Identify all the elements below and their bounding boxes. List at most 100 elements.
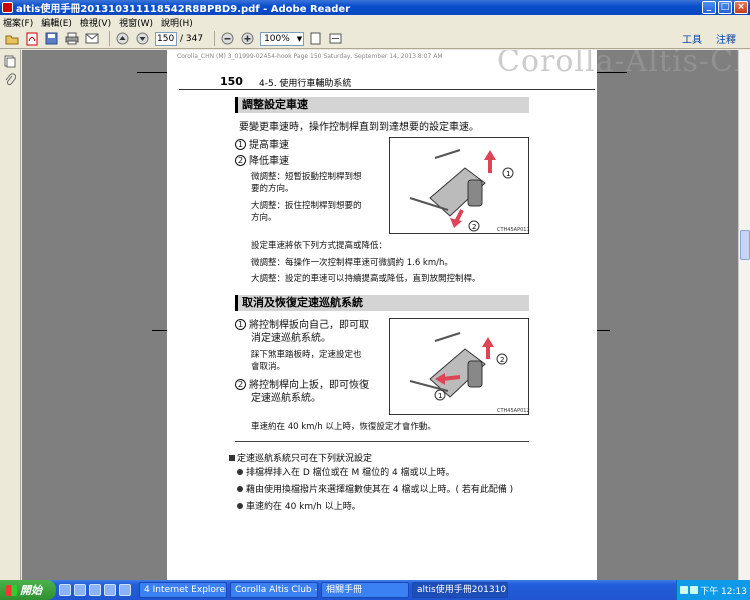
menu-file[interactable]: 檔案(F) [3,16,33,29]
crop-mark [137,72,167,73]
lever-figure: 2 1 [389,318,529,415]
note-text: 設定車速將依下列方式提高或降低： [251,241,388,251]
start-button[interactable]: 開始 [0,580,56,600]
item-label: 提高車速 [249,140,289,151]
system-tray: 下午 12:13 [676,580,750,600]
minimize-button[interactable]: _ [702,1,716,14]
item-label: 定速巡航系統。 [251,393,321,404]
menu-bar: 檔案(F) 編輯(E) 檢視(V) 視窗(W) 說明(H) [0,15,750,29]
list-item: 2 降低車速 [235,152,289,167]
condition-item: 車速約在 40 km/h 以上時。 [237,499,361,512]
start-label: 開始 [20,584,42,597]
task-button-folder[interactable]: 相關手冊 [321,582,409,598]
item-label: 消定速巡航系統。 [251,333,331,344]
comment-link[interactable]: 注釋 [716,31,736,46]
page-number: 150 [220,75,243,88]
windows-flag-icon [6,584,17,596]
note-text: 大調整：設定的車速可以持續提高或降低，直到放開控制桿。 [251,274,481,284]
page-total: / 347 [180,33,204,44]
note-text: 車速約在 40 km/h 以上時，恢復設定才會作動。 [251,422,436,432]
fit-page-icon[interactable] [308,31,323,46]
zoom-out-icon[interactable] [220,31,235,46]
attachments-icon[interactable] [4,73,17,86]
step-number: 2 [235,155,246,166]
menu-window[interactable]: 視窗(W) [119,16,153,29]
conditions-heading: 定速巡航系統只可在下列狀況設定 [229,451,372,464]
zoom-in-icon[interactable] [240,31,255,46]
tray-icon[interactable] [680,586,689,594]
tray-icon[interactable] [690,586,699,594]
scrollbar-thumb[interactable] [740,230,750,260]
vertical-scrollbar[interactable] [738,50,750,580]
taskbar: 開始 4 Internet Explorer Corolla Altis Clu… [0,580,750,600]
title-bar: altis使用手冊201310311118542R8BPBD9.pdf - Ad… [0,0,750,15]
page-thumbnails-icon[interactable] [4,55,17,68]
conditions-heading-text: 定速巡航系統只可在下列狀況設定 [237,454,373,464]
brake-text: 會取消。 [251,362,286,372]
svg-text:2: 2 [500,356,504,364]
task-button-reader[interactable]: altis使用手冊201310... [412,582,508,598]
clock: 下午 12:13 [700,586,747,597]
watermark: Corolla-Altis-Club.tw [497,50,738,79]
tools-link[interactable]: 工具 [682,31,702,46]
previous-page-icon[interactable] [115,31,130,46]
big-adjust-text: 方向。 [251,213,277,223]
quicklaunch-icon[interactable] [74,584,86,596]
document-viewport[interactable]: Corolla_CHN (M) 3_01999-02454-hook Page … [22,50,738,580]
window-title: altis使用手冊201310311118542R8BPBD9.pdf - Ad… [16,4,351,15]
condition-text: 藉由使用換檔撥片來選擇檔數使其在 4 檔或以上時。( 若有此配備 ) [246,485,514,495]
quicklaunch-icon[interactable] [104,584,116,596]
bullet-icon [237,469,243,475]
toolbar: / 347 100% ▼ 工具 注釋 [0,29,750,49]
email-icon[interactable] [84,31,99,46]
next-page-icon[interactable] [135,31,150,46]
zoom-value: 100% [264,33,290,44]
square-bullet-icon [229,455,235,461]
brake-text: 踩下煞車踏板時，定速設定也 [251,350,362,360]
toolbar-separator [109,31,110,46]
condition-item: 排檔桿排入在 D 檔位或在 M 檔位的 4 檔或以上時。 [237,465,455,478]
quicklaunch-icon[interactable] [89,584,101,596]
maximize-button[interactable]: □ [718,1,732,14]
menu-edit[interactable]: 編輯(E) [41,16,72,29]
create-pdf-icon[interactable] [24,31,39,46]
open-icon[interactable] [4,31,19,46]
condition-item: 藉由使用換檔撥片來選擇檔數使其在 4 檔或以上時。( 若有此配備 ) [237,482,513,495]
quicklaunch-icon[interactable] [59,584,71,596]
condition-text: 排檔桿排入在 D 檔位或在 M 檔位的 4 檔或以上時。 [246,468,455,478]
step-number: 1 [235,139,246,150]
note-text: 微調整：每操作一次控制桿車速可微調約 1.6 km/h。 [251,258,453,268]
fit-width-icon[interactable] [328,31,343,46]
task-button-chrome[interactable]: Corolla Altis Club - P... [230,582,318,598]
list-item: 1 提高車速 [235,136,289,151]
menu-help[interactable]: 說明(H) [161,16,193,29]
menu-view[interactable]: 檢視(V) [80,16,111,29]
page-number-input[interactable] [155,31,177,46]
print-icon[interactable] [64,31,79,46]
big-adjust-text: 大調整：扳住控制桿到想要的 [251,201,362,211]
zoom-select[interactable]: 100% ▼ [260,31,305,46]
svg-text:1: 1 [438,392,442,400]
figure-caption: CTH45AP011 [497,227,530,233]
toolbar-right: 工具 注釋 [682,31,750,46]
section-title: 4-5. 使用行車輔助系統 [259,79,352,89]
step-number: 2 [235,379,246,390]
bullet-icon [237,486,243,492]
fine-adjust-text: 微調整：短暫扳動控制桿到想 [251,172,362,182]
svg-text:1: 1 [506,170,510,178]
navigation-panel [0,50,21,580]
condition-text: 車速約在 40 km/h 以上時。 [246,502,361,512]
figure-caption: CTH45AP012 [497,408,530,414]
section-divider [235,441,529,442]
save-icon[interactable] [44,31,59,46]
quicklaunch-icon[interactable] [119,584,131,596]
task-button-ie[interactable]: 4 Internet Explorer [139,582,227,598]
item-label: 降低車速 [249,156,289,167]
cruise-lever-illustration: 1 2 [409,149,514,232]
cruise-cancel-illustration: 2 1 [409,332,508,401]
bullet-icon [237,503,243,509]
section-heading: 取消及恢復定速巡航系統 [235,295,529,311]
pdf-page: Corolla_CHN (M) 3_01999-02454-hook Page … [167,50,738,580]
lever-figure: 1 2 [389,137,529,234]
close-button[interactable]: × [734,1,748,14]
